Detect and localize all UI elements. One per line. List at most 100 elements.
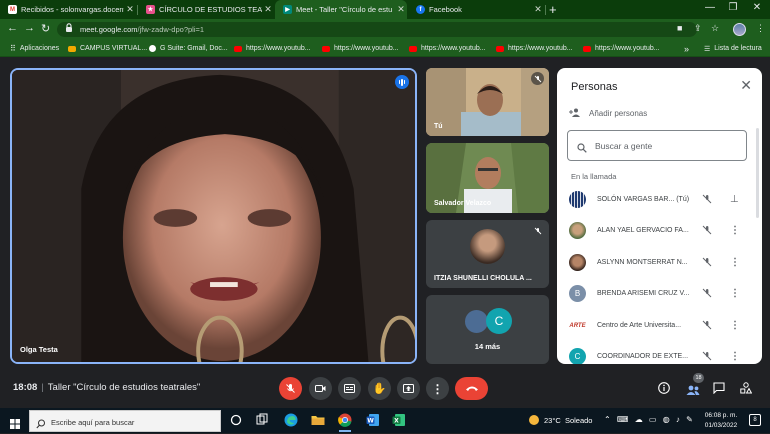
bookmark-youtube[interactable]: https://www.youtub... bbox=[322, 40, 399, 57]
tab-meet[interactable]: ▶ Meet - Taller "Círculo de estu ✕ bbox=[275, 0, 407, 19]
task-view-icon[interactable] bbox=[254, 412, 270, 428]
meeting-details-button[interactable] bbox=[658, 381, 670, 399]
more-options-icon[interactable]: ⋮ bbox=[730, 257, 740, 268]
more-participants-tile[interactable]: C 14 más bbox=[426, 295, 549, 364]
tab-title: Recibidos - solonvargas.docente bbox=[21, 5, 124, 14]
mic-off-icon bbox=[531, 72, 544, 85]
more-options-button[interactable]: ⋮ bbox=[426, 377, 449, 400]
youtube-icon bbox=[322, 45, 330, 52]
bookmark-apps[interactable]: ⠿ Aplicaciones bbox=[10, 40, 59, 57]
speaker-video bbox=[12, 70, 415, 362]
avatar: B bbox=[569, 285, 586, 302]
taskbar-date: 01/03/2022 bbox=[704, 422, 738, 429]
windows-start-icon[interactable] bbox=[10, 416, 20, 434]
participant-name: ITZIA SHUNELLI CHOLULA ... bbox=[434, 275, 532, 282]
back-icon[interactable]: ← bbox=[7, 22, 18, 34]
bookmark-gsuite[interactable]: G Suite: Gmail, Doc... bbox=[149, 40, 228, 57]
people-button[interactable] bbox=[686, 382, 700, 400]
lock-icon[interactable] bbox=[65, 23, 73, 34]
mic-off-icon bbox=[702, 222, 712, 240]
edge-icon[interactable] bbox=[283, 412, 299, 428]
notification-icon[interactable]: 8 bbox=[749, 414, 761, 426]
chrome-icon[interactable] bbox=[337, 412, 353, 432]
participant-row[interactable]: B BRENDA ARISEMI CRUZ V... ⋮ bbox=[557, 278, 757, 309]
more-options-icon[interactable]: ⋮ bbox=[730, 320, 740, 331]
camera-toggle-button[interactable] bbox=[309, 377, 332, 400]
participant-tile-salvador[interactable]: Salvador Velazco bbox=[426, 143, 549, 213]
excel-icon[interactable]: X bbox=[391, 412, 407, 428]
youtube-icon bbox=[496, 45, 504, 52]
participant-row[interactable]: ARTE Centro de Arte Universita... ⋮ bbox=[557, 310, 757, 341]
profile-avatar[interactable] bbox=[733, 23, 746, 36]
present-screen-button[interactable] bbox=[397, 377, 420, 400]
tab-strip: M Recibidos - solonvargas.docente ✕ ★ CÍ… bbox=[0, 0, 770, 19]
restore-icon[interactable]: ❐ bbox=[723, 2, 743, 13]
taskbar-search-input[interactable]: Escribe aquí para buscar bbox=[29, 410, 221, 432]
captions-icon bbox=[344, 384, 355, 393]
activities-button[interactable] bbox=[740, 381, 753, 399]
close-window-icon[interactable]: ✕ bbox=[747, 2, 767, 13]
leave-call-button[interactable] bbox=[455, 377, 488, 400]
participant-row[interactable]: ALAN YAEL GERVACIO FA... ⋮ bbox=[557, 215, 757, 246]
bookmark-youtube[interactable]: https://www.youtub... bbox=[409, 40, 486, 57]
word-icon[interactable]: W bbox=[365, 412, 381, 428]
share-icon[interactable]: ⇪ bbox=[694, 23, 702, 34]
youtube-icon bbox=[234, 45, 242, 52]
bookmark-youtube[interactable]: https://www.youtub... bbox=[583, 40, 660, 57]
close-icon[interactable]: ✕ bbox=[740, 77, 752, 94]
pin-icon[interactable]: ⊥ bbox=[730, 194, 739, 205]
close-tab-icon[interactable]: ✕ bbox=[395, 4, 407, 15]
system-tray-icons[interactable]: ⌃ ⌨ ☁ ▭ ◍ ♪ ✎ bbox=[604, 415, 695, 424]
tab-title: Facebook bbox=[429, 5, 462, 14]
search-icon bbox=[577, 140, 587, 158]
cortana-icon[interactable] bbox=[228, 412, 244, 428]
scrollbar[interactable] bbox=[756, 128, 759, 218]
add-person-icon bbox=[569, 108, 581, 119]
participant-row[interactable]: C COORDINADOR DE EXTE... ⋮ bbox=[557, 341, 757, 364]
url-text: meet.google.com/jfw-zadw-dpo?pli=1 bbox=[80, 25, 205, 34]
arte-logo-avatar: ARTE bbox=[569, 317, 586, 334]
more-options-icon[interactable]: ⋮ bbox=[730, 288, 740, 299]
avatar: C bbox=[569, 348, 586, 364]
bookmark-youtube[interactable]: https://www.youtub... bbox=[234, 40, 311, 57]
menu-dots-icon[interactable]: ⋮ bbox=[756, 23, 765, 34]
close-tab-icon[interactable]: ✕ bbox=[124, 4, 136, 15]
participant-tile-itzia[interactable]: ITZIA SHUNELLI CHOLULA ... bbox=[426, 220, 549, 288]
close-tab-icon[interactable]: ✕ bbox=[532, 4, 544, 15]
raise-hand-button[interactable]: ✋ bbox=[368, 377, 391, 400]
new-tab-button[interactable]: + bbox=[549, 2, 557, 17]
facebook-icon: f bbox=[416, 5, 425, 14]
more-bookmarks-button[interactable]: » bbox=[684, 40, 689, 57]
more-count-label: 14 más bbox=[474, 342, 501, 351]
tab-gmail[interactable]: M Recibidos - solonvargas.docente ✕ bbox=[0, 0, 136, 19]
camera-indicator-icon[interactable]: ■ bbox=[677, 23, 682, 33]
bookmark-star-icon[interactable]: ☆ bbox=[711, 23, 719, 34]
participant-tile-self[interactable]: Tú bbox=[426, 68, 549, 136]
add-people-button[interactable]: Añadir personas bbox=[569, 108, 647, 119]
weather-widget[interactable]: 23°C Soleado bbox=[529, 415, 592, 425]
forward-icon[interactable]: → bbox=[24, 22, 35, 34]
main-video-tile[interactable]: Olga Testa bbox=[10, 68, 417, 364]
mic-toggle-button[interactable] bbox=[279, 377, 302, 400]
taskbar-clock[interactable]: 06:08 p. m. 01/03/2022 bbox=[700, 411, 742, 431]
search-people-input[interactable]: Buscar a gente bbox=[567, 130, 747, 161]
close-tab-icon[interactable]: ✕ bbox=[262, 4, 274, 15]
participant-row[interactable]: ASLYNN MONTSERRAT N... ⋮ bbox=[557, 247, 757, 278]
apps-grid-icon: ⠿ bbox=[10, 44, 16, 53]
chat-button[interactable] bbox=[713, 381, 725, 399]
bookmark-youtube[interactable]: https://www.youtub... bbox=[496, 40, 573, 57]
more-options-icon[interactable]: ⋮ bbox=[730, 225, 740, 236]
tab-facebook[interactable]: f Facebook ✕ bbox=[408, 0, 544, 19]
tab-title: CÍRCULO DE ESTUDIOS TEATRAL bbox=[159, 5, 262, 14]
bookmark-campus[interactable]: CAMPUS VIRTUAL... bbox=[68, 40, 147, 57]
file-explorer-icon[interactable] bbox=[310, 412, 326, 428]
reading-list-button[interactable]: ☰ Lista de lectura bbox=[704, 40, 762, 57]
more-options-icon[interactable]: ⋮ bbox=[730, 351, 740, 362]
tab-classroom[interactable]: ★ CÍRCULO DE ESTUDIOS TEATRAL ✕ bbox=[138, 0, 274, 19]
minimize-icon[interactable]: — bbox=[700, 2, 720, 13]
participant-row[interactable]: SOLÓN VARGAS BAR... (Tú) ⊥ bbox=[557, 184, 757, 215]
avatar bbox=[569, 191, 586, 208]
reload-icon[interactable]: ↻ bbox=[41, 22, 50, 35]
captions-button[interactable] bbox=[338, 377, 361, 400]
hand-icon: ✋ bbox=[372, 383, 387, 395]
